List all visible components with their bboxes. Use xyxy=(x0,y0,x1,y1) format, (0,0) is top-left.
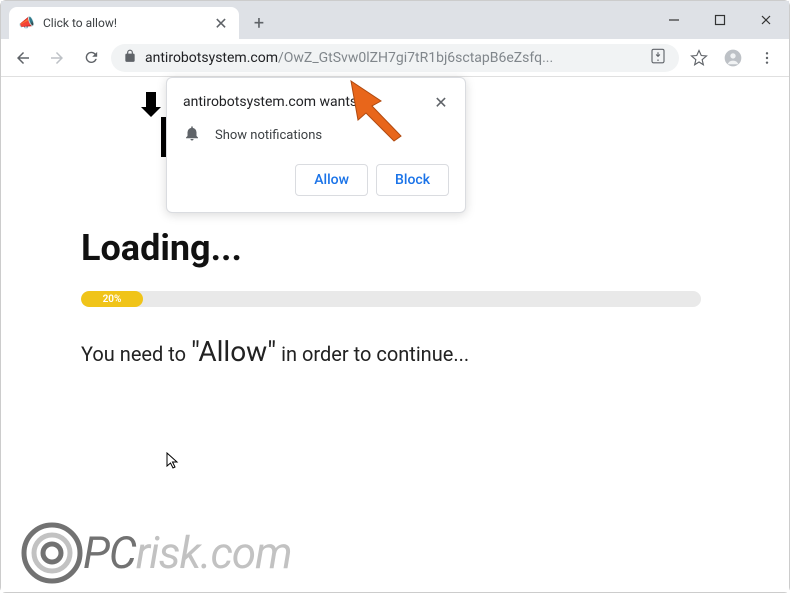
watermark-swirl-icon xyxy=(21,522,83,584)
instruction-pre: You need to xyxy=(81,342,191,366)
url-path: /OwZ_GtSvw0lZH7gi7tR1bj6sctapB6eZsfq... xyxy=(278,50,553,66)
profile-avatar-icon[interactable] xyxy=(719,44,747,72)
permission-popup: antirobotsystem.com wants to ✕ Show noti… xyxy=(166,77,466,213)
reload-button[interactable] xyxy=(77,44,105,72)
bookmark-star-icon[interactable] xyxy=(685,44,713,72)
kebab-menu-icon[interactable] xyxy=(753,44,781,72)
close-window-button[interactable] xyxy=(743,1,789,39)
progress-percent: 20% xyxy=(103,294,122,305)
permission-close-icon[interactable]: ✕ xyxy=(433,94,449,110)
watermark: PCrisk.com xyxy=(21,522,292,584)
block-button[interactable]: Block xyxy=(376,164,449,196)
tab-close-icon[interactable]: ✕ xyxy=(213,15,229,31)
watermark-text: PCrisk.com xyxy=(83,527,292,579)
back-button[interactable] xyxy=(9,44,37,72)
watermark-c: C xyxy=(109,527,136,579)
tab-title: Click to allow! xyxy=(43,16,205,30)
watermark-rest: risk.com xyxy=(136,527,292,579)
url-text: antirobotsystem.com/OwZ_GtSvw0lZH7gi7tR1… xyxy=(145,50,553,66)
browser-tab[interactable]: 📣 Click to allow! ✕ xyxy=(9,7,239,39)
new-tab-button[interactable]: + xyxy=(245,9,273,37)
minimize-button[interactable] xyxy=(651,1,697,39)
loading-heading: Loading... xyxy=(81,227,709,269)
maximize-button[interactable] xyxy=(697,1,743,39)
titlebar: 📣 Click to allow! ✕ + xyxy=(1,1,789,39)
permission-origin-text: antirobotsystem.com wants to xyxy=(183,94,433,110)
url-domain: antirobotsystem.com xyxy=(145,50,278,66)
progress-fill: 20% xyxy=(81,291,143,307)
instruction-quoted: "Allow" xyxy=(191,335,276,368)
forward-button[interactable] xyxy=(43,44,71,72)
toolbar: antirobotsystem.com/OwZ_GtSvw0lZH7gi7tR1… xyxy=(1,39,789,77)
tab-strip: 📣 Click to allow! ✕ + xyxy=(1,7,651,39)
progress-bar: 20% xyxy=(81,291,701,307)
instruction-text: You need to "Allow" in order to continue… xyxy=(81,335,709,368)
address-bar[interactable]: antirobotsystem.com/OwZ_GtSvw0lZH7gi7tR1… xyxy=(111,44,679,72)
install-pwa-icon[interactable] xyxy=(649,47,667,69)
mouse-cursor-icon xyxy=(166,452,180,474)
window-controls xyxy=(651,1,789,39)
watermark-p: P xyxy=(83,527,109,579)
permission-capability: Show notifications xyxy=(215,128,322,143)
bell-icon xyxy=(183,124,201,146)
browser-window: 📣 Click to allow! ✕ + xyxy=(0,0,790,593)
favicon-icon: 📣 xyxy=(19,15,35,31)
instruction-post: in order to continue... xyxy=(276,342,469,366)
allow-button[interactable]: Allow xyxy=(295,164,368,196)
lock-icon xyxy=(123,48,137,67)
